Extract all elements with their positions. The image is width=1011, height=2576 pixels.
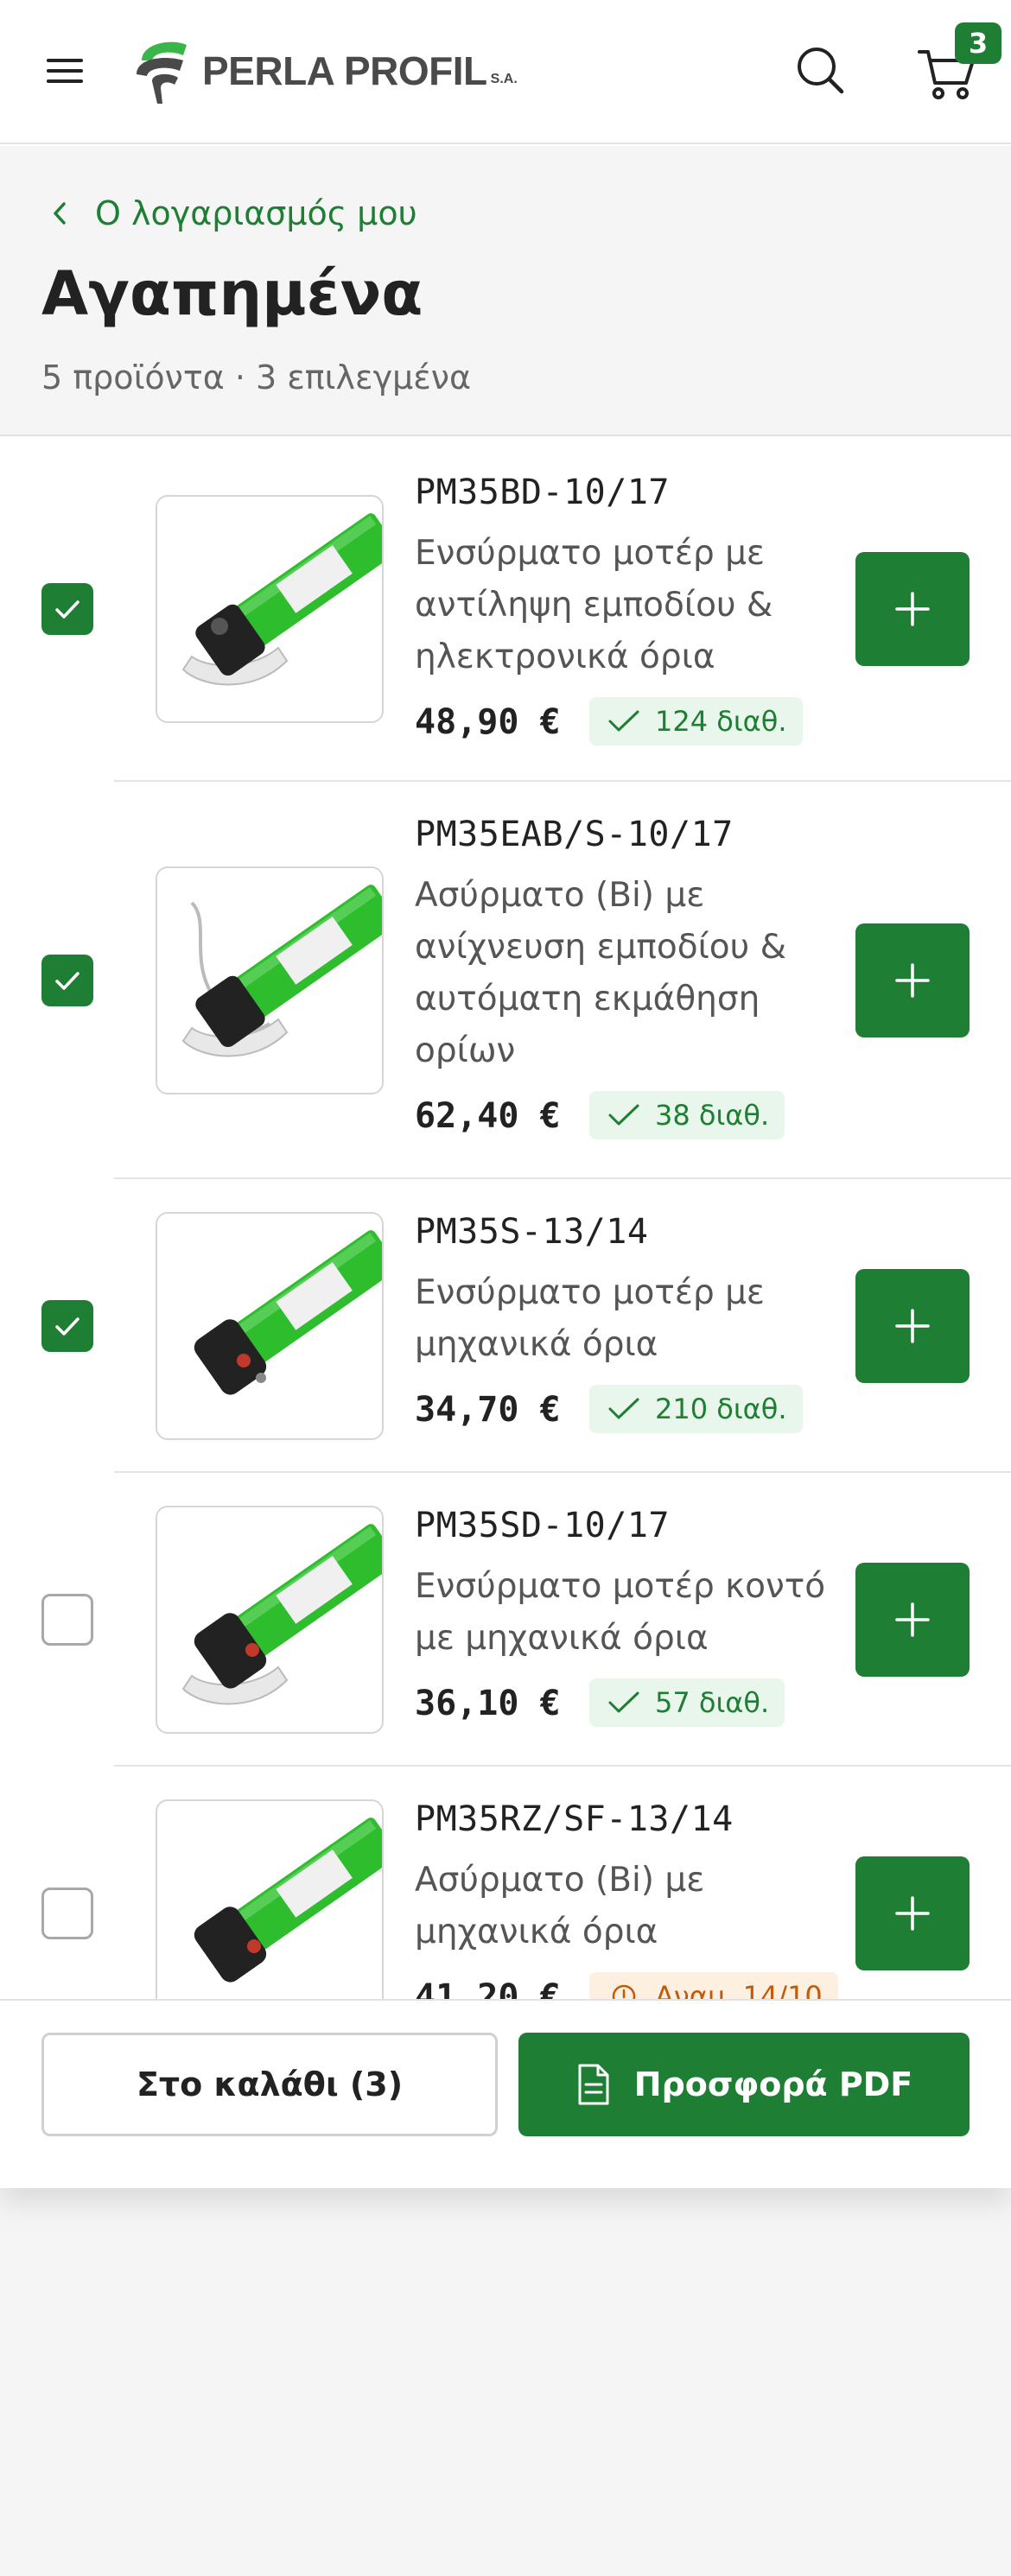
- stock-badge: Αναμ. 14/10: [589, 1972, 838, 1999]
- product-price: 36,10 €: [415, 1684, 561, 1723]
- product-sku[interactable]: PM35RZ/SF-13/14: [415, 1799, 734, 1839]
- product-image[interactable]: [156, 1799, 384, 1999]
- document-icon: [578, 2064, 609, 2105]
- hamburger-menu-icon[interactable]: [43, 52, 90, 90]
- pdf-quote-button[interactable]: Προσφορά PDF: [518, 2033, 970, 2136]
- list-item: PM35S-13/14 Ενσύρματο μοτέρ με μηχανικά …: [0, 1179, 1011, 1473]
- add-selected-to-cart-button[interactable]: Στο καλάθι (3): [41, 2033, 498, 2136]
- top-bar: PERLA PROFIL S.A. 3: [0, 0, 1011, 144]
- item-checkbox[interactable]: [41, 1300, 93, 1352]
- product-sku[interactable]: PM35EAB/S-10/17: [415, 815, 734, 854]
- product-price: 48,90 €: [415, 702, 561, 742]
- stock-label: 57 διαθ.: [655, 1686, 770, 1719]
- item-checkbox[interactable]: [41, 583, 93, 635]
- item-checkbox[interactable]: [41, 955, 93, 1006]
- check-icon: [608, 1691, 639, 1713]
- item-checkbox[interactable]: [41, 1888, 93, 1939]
- plus-icon: [895, 1602, 930, 1637]
- stock-badge: 210 διαθ.: [589, 1385, 803, 1433]
- stock-badge: 57 διαθ.: [589, 1678, 785, 1727]
- product-price: 34,70 €: [415, 1390, 561, 1430]
- page-header: Ο λογαριασμός μου Αγαπημένα 5 προϊόντα ·…: [0, 146, 1011, 436]
- list-item: PM35SD-10/17 Ενσύρματο μοτέρ κοντό με μη…: [0, 1473, 1011, 1767]
- stock-label: Αναμ. 14/10: [655, 1980, 823, 1999]
- logo-mark-icon: [137, 41, 187, 104]
- product-sku[interactable]: PM35BD-10/17: [415, 473, 670, 512]
- stock-label: 38 διαθ.: [655, 1099, 770, 1132]
- plus-icon: [895, 963, 930, 998]
- plus-icon: [895, 1896, 930, 1931]
- bottom-action-bar: Στο καλάθι (3) Προσφορά PDF: [0, 1999, 1011, 2188]
- app-screen: PERLA PROFIL S.A. 3 Ο λογαριασμός μου Αγ…: [0, 0, 1011, 2188]
- product-image[interactable]: [156, 1212, 384, 1440]
- product-price: 62,40 €: [415, 1096, 561, 1136]
- product-description: Ενσύρματο μοτέρ με αντίληψη εμποδίου & η…: [415, 534, 773, 676]
- check-icon: [608, 1398, 639, 1419]
- check-icon: [55, 600, 79, 619]
- back-link[interactable]: Ο λογαριασμός μου: [48, 194, 417, 232]
- product-description: Ασύρματο (Bi) με ανίχνευση εμποδίου & αυ…: [415, 876, 787, 1070]
- product-image[interactable]: [156, 1506, 384, 1734]
- product-price: 41,20 €: [415, 1977, 561, 1999]
- page-subtitle: 5 προϊόντα · 3 επιλεγμένα: [41, 358, 472, 397]
- brand-name: PERLA PROFIL: [202, 48, 487, 93]
- page-title: Αγαπημένα: [41, 258, 423, 329]
- check-icon: [608, 710, 639, 732]
- pdf-button-label: Προσφορά PDF: [633, 2065, 913, 2103]
- product-description: Ασύρματο (Bi) με μηχανικά όρια: [415, 1861, 705, 1951]
- add-to-cart-button[interactable]: [855, 1269, 970, 1383]
- search-icon[interactable]: [793, 43, 849, 98]
- plus-icon: [895, 592, 930, 626]
- stock-badge: 38 διαθ.: [589, 1091, 785, 1139]
- check-icon: [55, 972, 79, 990]
- cart-button-label: Στο καλάθι (3): [136, 2065, 404, 2103]
- add-to-cart-button[interactable]: [855, 552, 970, 666]
- brand-suffix: S.A.: [490, 72, 518, 86]
- check-icon: [55, 1317, 79, 1336]
- add-to-cart-button[interactable]: [855, 1856, 970, 1970]
- brand-logo[interactable]: PERLA PROFIL S.A.: [133, 35, 518, 107]
- back-link-label: Ο λογαριασμός μου: [95, 194, 417, 232]
- list-item: PM35BD-10/17 Ενσύρματο μοτέρ με αντίληψη…: [0, 438, 1011, 782]
- clock-alert-icon: [612, 1984, 636, 1999]
- product-image[interactable]: [156, 866, 384, 1094]
- list-item: PM35RZ/SF-13/14 Ασύρματο (Bi) με μηχανικ…: [0, 1767, 1011, 1999]
- add-to-cart-button[interactable]: [855, 1563, 970, 1677]
- plus-icon: [895, 1309, 930, 1343]
- chevron-left-icon: [54, 202, 66, 225]
- product-image[interactable]: [156, 495, 384, 723]
- check-icon: [608, 1104, 639, 1126]
- cart-count-badge: 3: [955, 22, 1001, 64]
- item-checkbox[interactable]: [41, 1594, 93, 1646]
- product-description: Ενσύρματο μοτέρ κοντό με μηχανικά όρια: [415, 1567, 826, 1658]
- stock-label: 124 διαθ.: [655, 705, 787, 738]
- product-sku[interactable]: PM35SD-10/17: [415, 1506, 670, 1545]
- list-item: PM35EAB/S-10/17 Ασύρματο (Bi) με ανίχνευ…: [0, 782, 1011, 1179]
- favorites-list: PM35BD-10/17 Ενσύρματο μοτέρ με αντίληψη…: [0, 438, 1011, 1999]
- product-description: Ενσύρματο μοτέρ με μηχανικά όρια: [415, 1273, 766, 1364]
- stock-label: 210 διαθ.: [655, 1393, 787, 1425]
- add-to-cart-button[interactable]: [855, 923, 970, 1037]
- stock-badge: 124 διαθ.: [589, 697, 803, 746]
- product-sku[interactable]: PM35S-13/14: [415, 1212, 648, 1252]
